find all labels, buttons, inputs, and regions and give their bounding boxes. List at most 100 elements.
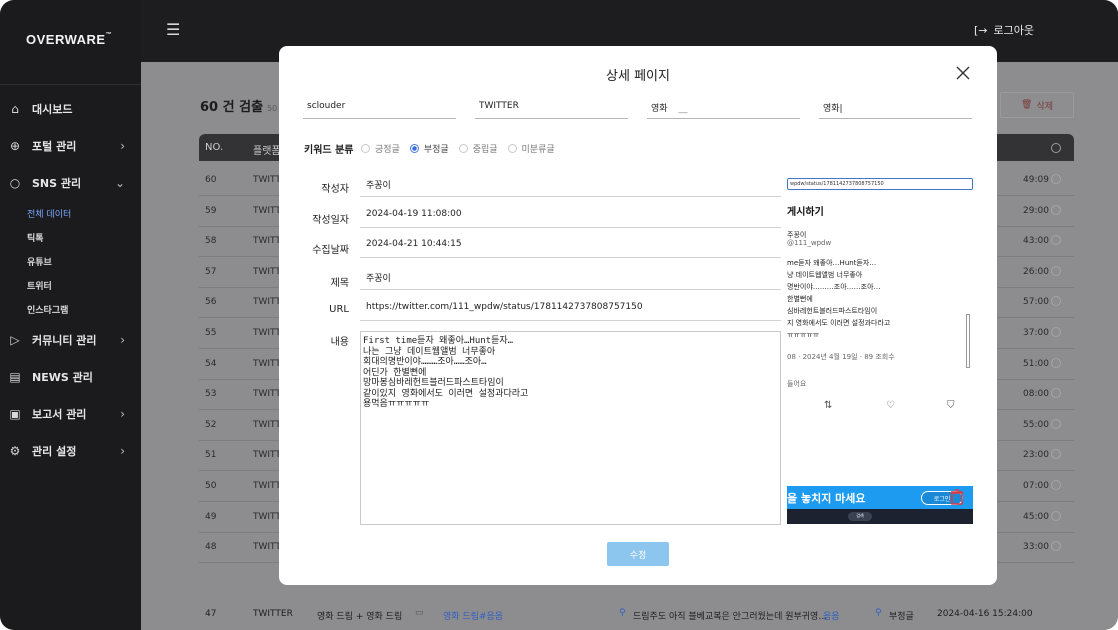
keyword-radio-group: 긍정글 부정글 중립글 미분류글 [361, 142, 555, 155]
sidebar-item-settings[interactable]: ⚙ 관리 설정 › [0, 432, 141, 469]
title-label: 제목 [330, 278, 349, 289]
radio-unclassified[interactable]: 미분류글 [507, 142, 555, 155]
row-time: 45:00 [1023, 511, 1049, 522]
preview-url: wpdw/status/1781142737808757150 [787, 178, 973, 190]
sidebar-item-sns[interactable]: ○ SNS 관리 ⌄ [0, 164, 141, 201]
row-radio[interactable] [1051, 204, 1061, 215]
row-no: 56 [205, 297, 217, 308]
hamburger-menu-icon[interactable]: ☰ [166, 20, 180, 39]
pin-icon: ⚲ [875, 608, 882, 618]
radio-negative[interactable]: 부정글 [409, 142, 449, 155]
sidebar-item-label: NEWS 관리 [32, 370, 93, 384]
sidebar-item-community[interactable]: ▷ 커뮤니티 관리 › [0, 321, 141, 358]
url-input[interactable]: https://twitter.com/111_wpdw/status/1781… [360, 294, 781, 321]
platform-field[interactable]: TWITTER [475, 95, 628, 119]
row-no: 52 [205, 419, 217, 430]
row-radio[interactable] [1051, 510, 1061, 521]
tweet-screenshot: wpdw/status/1781142737808757150 게시하기 주꽁이… [787, 178, 973, 524]
row-platform: TWITT [253, 328, 281, 338]
written-date-label: 작성일자 [312, 215, 349, 226]
content-textarea[interactable]: First time듣자 왜좋아…Hunt듣자… 나는 그냥 데이트웹앨범 너무… [360, 331, 781, 525]
row-platform: TWITT [253, 266, 281, 277]
taskbar-search: 검색 [848, 512, 872, 521]
row-no: 53 [205, 389, 217, 400]
author-input[interactable]: 주꽁이 [360, 170, 781, 197]
written-date-input[interactable]: 2024-04-19 11:08:00 [360, 201, 781, 228]
row-radio[interactable] [1051, 174, 1061, 184]
gear-icon: ⚙ [9, 443, 21, 458]
chevron-right-icon: › [120, 444, 125, 458]
row-platform: TWITT [253, 450, 281, 461]
header-no: NO. [205, 142, 224, 153]
save-button[interactable]: 수정 [607, 542, 669, 566]
row-time: 57:00 [1023, 297, 1049, 308]
row-no: 57 [205, 266, 217, 277]
url-label: URL [329, 304, 349, 315]
row-radio[interactable] [1051, 449, 1061, 460]
row-no: 59 [205, 205, 217, 216]
sidebar-subitem-twitter[interactable]: 트위터 [27, 273, 141, 297]
home-icon: ⌂ [11, 101, 19, 116]
row-radio[interactable] [1051, 480, 1061, 490]
brand-logo[interactable]: OVERWARE™ [26, 32, 112, 47]
bookmark-icon: ⛉ [947, 400, 955, 411]
sidebar-item-portal[interactable]: ⊕ 포털 관리 › [0, 127, 141, 164]
select-all-radio[interactable] [1051, 143, 1061, 153]
close-icon[interactable] [954, 64, 972, 82]
row-time: 07:00 [1023, 481, 1049, 491]
sidebar-subitem-youtube[interactable]: 유튜브 [27, 249, 141, 273]
sidebar-subitem-tiktok[interactable]: 틱톡 [27, 225, 141, 249]
logout-button[interactable]: [→ 로그아웃 [974, 22, 1034, 38]
table-row[interactable]: 47 TWITTER 영화 드림 + 영화 드림 ▭ 영화 드림#음음 ⚲ 드림… [199, 598, 1074, 630]
row-radio[interactable] [1051, 418, 1061, 429]
row-no: 58 [205, 236, 217, 247]
keyword1-field[interactable]: 영화 __ [647, 95, 800, 119]
row-radio[interactable] [1051, 235, 1061, 246]
row-platform: TWITT [253, 297, 281, 308]
user-field[interactable]: sclouder [303, 95, 456, 119]
chat-bubble-icon: ○ [9, 175, 21, 190]
row-radio[interactable] [1051, 357, 1061, 368]
result-count: 60 건 검출 50 [200, 100, 278, 115]
delete-button[interactable]: 🗑 삭제 [1000, 92, 1074, 118]
sidebar-item-label: 대시보드 [32, 102, 73, 116]
title-input[interactable]: 주꽁이 [360, 263, 781, 290]
report-icon: ▣ [9, 406, 21, 421]
row-time: 37:00 [1023, 328, 1049, 338]
row-no: 51 [205, 450, 217, 461]
row-time: 26:00 [1023, 266, 1049, 277]
row-radio[interactable] [1051, 327, 1061, 337]
row-platform: TWITT [253, 236, 281, 247]
radio-neutral[interactable]: 중립글 [458, 142, 498, 155]
collected-date-input[interactable]: 2024-04-21 10:44:15 [360, 231, 781, 258]
row-time: 55:00 [1023, 419, 1049, 430]
sidebar-subitem-instagram[interactable]: 인스타그램 [27, 297, 141, 321]
scrollbar [966, 314, 970, 368]
sns-submenu: 전체 데이터 틱톡 유튜브 트위터 인스타그램 [0, 201, 141, 321]
keyword2-field[interactable]: 영화| [819, 95, 972, 119]
sidebar-menu: ⌂ 대시보드 ⊕ 포털 관리 › ○ SNS 관리 ⌄ 전체 데이터 틱톡 유튜… [0, 90, 141, 469]
row-no: 50 [205, 481, 217, 491]
row-platform: TWITT [253, 389, 281, 400]
row-radio[interactable] [1051, 541, 1061, 552]
keyword-category-label: 키워드 분류 [304, 145, 354, 156]
row-radio[interactable] [1051, 265, 1061, 276]
app-window: OVERWARE™ ⌂ 대시보드 ⊕ 포털 관리 › ○ SNS 관리 ⌄ 전체… [0, 0, 1118, 630]
preview-heading: 게시하기 [787, 207, 824, 218]
row-radio[interactable] [1051, 296, 1061, 307]
row-time: 08:00 [1023, 389, 1049, 400]
sidebar-item-news[interactable]: ▤ NEWS 관리 [0, 358, 141, 395]
sidebar-item-report[interactable]: ▣ 보고서 관리 › [0, 395, 141, 432]
sidebar-item-label: 보고서 관리 [32, 407, 87, 421]
sidebar-subitem-all-data[interactable]: 전체 데이터 [27, 201, 141, 225]
radio-positive[interactable]: 긍정글 [361, 142, 400, 155]
pin-icon: ⚲ [619, 608, 626, 618]
row-platform: TWITT [253, 419, 281, 430]
news-icon: ▤ [9, 369, 21, 384]
row-no: 55 [205, 328, 217, 338]
sidebar-item-dashboard[interactable]: ⌂ 대시보드 [0, 90, 141, 127]
row-radio[interactable] [1051, 388, 1061, 399]
chevron-right-icon: › [120, 333, 125, 347]
chevron-down-icon: ⌄ [114, 176, 125, 190]
sidebar-item-label: 커뮤니티 관리 [32, 333, 97, 347]
